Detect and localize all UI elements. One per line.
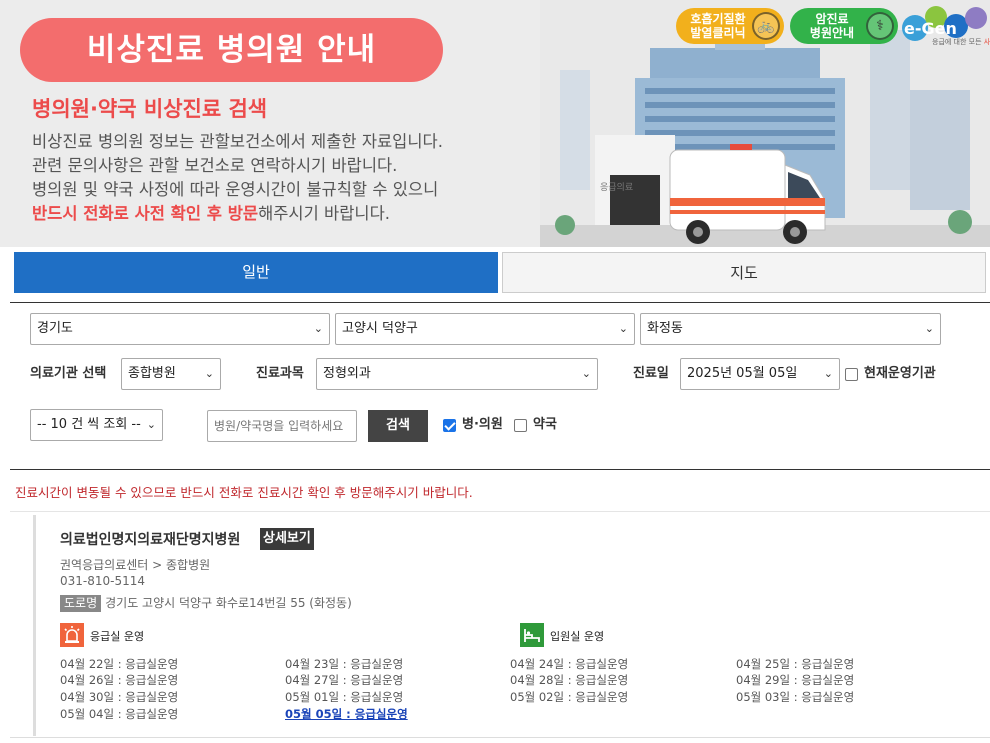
date-select-value: 2025년 05월 05일 xyxy=(687,366,798,381)
schedule-day: 04월 25일 : 응급실운영 xyxy=(736,657,855,671)
pill-label: 발열클리닉 xyxy=(690,26,746,40)
open-now-label: 현재운영기관 xyxy=(864,366,936,381)
banner-desc-line: 반드시 전화로 사전 확인 후 방문해주시기 바랍니다. xyxy=(32,202,443,226)
schedule-day: 04월 29일 : 응급실운영 xyxy=(736,673,855,687)
schedule-day: 05월 01일 : 응급실운영 xyxy=(285,690,404,704)
address-text: 경기도 고양시 덕양구 화수로14번길 55 (화정동) xyxy=(105,596,352,610)
divider xyxy=(10,469,990,470)
banner-desc-line: 병의원 및 약국 사정에 따라 운영시간이 불규칙할 수 있으니 xyxy=(32,180,439,199)
department-select[interactable]: 정형외과 ⌄ xyxy=(316,358,598,390)
department-label: 진료과목 xyxy=(256,366,304,381)
siren-icon xyxy=(60,623,84,647)
banner-description: 비상진료 병의원 정보는 관할보건소에서 제출한 자료입니다. 관련 문의사항은… xyxy=(32,130,443,226)
schedule-day: 04월 27일 : 응급실운영 xyxy=(285,673,404,687)
chevron-down-icon: ⌄ xyxy=(924,322,934,335)
dong-select[interactable]: 화정동 ⌄ xyxy=(640,313,941,345)
pill-label: 병원안내 xyxy=(809,26,855,40)
city-select[interactable]: 고양시 덕양구 ⌄ xyxy=(335,313,635,345)
detail-button[interactable]: 상세보기 xyxy=(260,528,314,550)
page-size-value: -- 10 건 씩 조회 -- xyxy=(37,417,141,432)
divider xyxy=(10,737,990,738)
keyword-input[interactable]: 병원/약국명을 입력하세요 xyxy=(207,410,357,442)
cancer-hospital-button[interactable]: 암진료 병원안내 ⚕ xyxy=(790,8,898,44)
province-select[interactable]: 경기도 ⌄ xyxy=(30,313,330,345)
banner-subtitle: 병의원·약국 비상진료 검색 xyxy=(32,97,268,121)
schedule-day: 05월 03일 : 응급실운영 xyxy=(736,690,855,704)
er-label: 응급실 운영 xyxy=(90,630,145,643)
institution-select[interactable]: 종합병원 ⌄ xyxy=(121,358,221,390)
dong-select-value: 화정동 xyxy=(647,321,683,336)
bed-icon xyxy=(520,623,544,647)
schedule-day: 04월 22일 : 응급실운영 xyxy=(60,657,179,671)
page-size-select[interactable]: -- 10 건 씩 조회 -- ⌄ xyxy=(30,409,163,441)
department-select-value: 정형외과 xyxy=(323,366,371,381)
chevron-down-icon: ⌄ xyxy=(618,322,628,335)
schedule-day: 04월 30일 : 응급실운영 xyxy=(60,690,179,704)
road-address-tag: 도로명 xyxy=(60,595,102,612)
banner-desc-line: 비상진료 병의원 정보는 관할보건소에서 제출한 자료입니다. xyxy=(32,132,443,151)
chevron-down-icon: ⌄ xyxy=(204,367,214,380)
logo-text: e-Gen xyxy=(904,19,957,38)
schedule-day: 05월 02일 : 응급실운영 xyxy=(510,690,629,704)
institution-select-value: 종합병원 xyxy=(128,366,176,381)
divider xyxy=(10,511,990,512)
schedule-day: 05월 04일 : 응급실운영 xyxy=(60,707,179,721)
hero-banner: 비상진료 병의원 안내 병의원·약국 비상진료 검색 비상진료 병의원 정보는 … xyxy=(0,0,990,247)
page-title: 비상진료 병의원 안내 xyxy=(20,18,443,82)
chevron-down-icon: ⌄ xyxy=(146,418,156,431)
banner-desc-highlight: 반드시 전화로 사전 확인 후 방문 xyxy=(32,204,259,223)
building-sign: 응급의료 xyxy=(600,182,633,193)
schedule-day[interactable]: 05월 05일 : 응급실운영 xyxy=(285,706,408,722)
logo-tagline-highlight: 사랑 xyxy=(983,38,990,46)
date-select[interactable]: 2025년 05월 05일 ⌄ xyxy=(680,358,840,390)
pill-label: 호흡기질환 xyxy=(690,12,746,26)
province-select-value: 경기도 xyxy=(37,321,73,336)
bicycle-icon: 🚲 xyxy=(752,12,780,40)
clinic-checkbox[interactable] xyxy=(443,419,456,432)
date-label: 진료일 xyxy=(633,366,669,381)
stethoscope-icon: ⚕ xyxy=(866,12,894,40)
schedule-day: 04월 24일 : 응급실운영 xyxy=(510,657,629,671)
hospital-name[interactable]: 의료법인명지의료재단명지병원 xyxy=(60,529,240,549)
logo-tagline: 응급에 대한 모든 사랑 xyxy=(932,37,990,47)
tab-map[interactable]: 지도 xyxy=(502,252,986,293)
city-select-value: 고양시 덕양구 xyxy=(342,321,418,336)
pharmacy-label: 약국 xyxy=(533,417,557,432)
open-now-checkbox[interactable] xyxy=(845,368,858,381)
hospital-category: 권역응급의료센터 > 종합병원 xyxy=(60,558,211,572)
divider xyxy=(10,302,990,303)
schedule-day: 04월 23일 : 응급실운영 xyxy=(285,657,404,671)
hospital-address: 도로명 경기도 고양시 덕양구 화수로14번길 55 (화정동) xyxy=(60,594,352,612)
hospital-phone[interactable]: 031-810-5114 xyxy=(60,574,145,588)
banner-desc-rest: 해주시기 바랍니다. xyxy=(258,204,390,223)
banner-desc-line: 관련 문의사항은 관할 보건소로 연락하시기 바랍니다. xyxy=(32,156,398,175)
pill-label: 암진료 xyxy=(815,12,849,26)
chevron-down-icon: ⌄ xyxy=(313,322,323,335)
fever-clinic-button[interactable]: 호흡기질환 발열클리닉 🚲 xyxy=(676,8,784,44)
clinic-label: 병·의원 xyxy=(462,417,503,432)
pharmacy-checkbox[interactable] xyxy=(514,419,527,432)
view-tabs: 일반 지도 xyxy=(14,252,986,293)
schedule-day: 04월 26일 : 응급실운영 xyxy=(60,673,179,687)
notice-text: 진료시간이 변동될 수 있으므로 반드시 전화로 진료시간 확인 후 방문해주시… xyxy=(15,485,473,500)
institution-label: 의료기관 선택 xyxy=(30,366,107,381)
logo-tagline-text: 응급에 대한 모든 xyxy=(932,38,984,46)
search-button[interactable]: 검색 xyxy=(368,410,428,442)
schedule-day: 04월 28일 : 응급실운영 xyxy=(510,673,629,687)
chevron-down-icon: ⌄ xyxy=(581,367,591,380)
tab-general[interactable]: 일반 xyxy=(14,252,498,293)
ward-label: 입원실 운영 xyxy=(550,630,605,643)
chevron-down-icon: ⌄ xyxy=(823,367,833,380)
